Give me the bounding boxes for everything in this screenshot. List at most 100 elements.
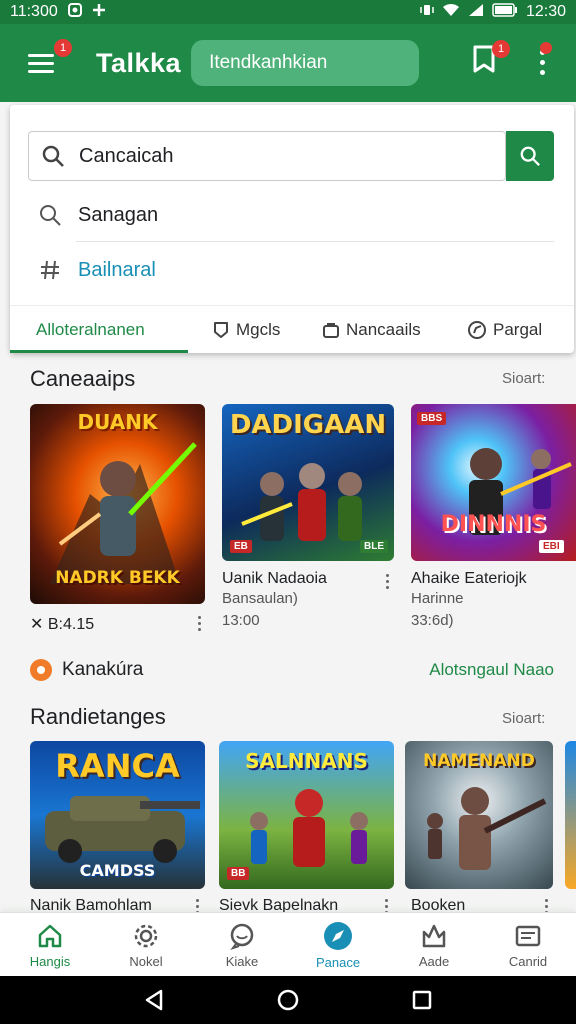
game-tag: EB — [230, 540, 252, 553]
card-menu-button[interactable] — [196, 616, 202, 631]
app-title: Talkka — [96, 47, 182, 78]
gear-icon — [134, 924, 158, 947]
game-card[interactable]: DADIGAAN EB BLE Uanik Nadaoia Bansaulan)… — [222, 404, 397, 634]
suggestion-label: Bailnaral — [78, 258, 156, 281]
game-subtitle: Harinne — [411, 590, 464, 607]
tab-pargal[interactable]: Pargal — [467, 306, 542, 354]
game-card[interactable]: DUANK NADRK BEKK ✕ B:4.15 — [30, 404, 205, 634]
search-input[interactable]: Cancaicah — [28, 131, 506, 181]
game-card[interactable]: SALNNANS BB Sievk Bapelnakn — [219, 741, 394, 914]
game-art-title: RANCA — [55, 747, 180, 785]
compass-icon — [468, 321, 486, 339]
circle-home-icon — [277, 989, 299, 1011]
game-card-peek[interactable] — [565, 741, 576, 889]
promo-link[interactable]: Alotsngaul Naao — [429, 660, 554, 680]
game-card[interactable]: NAMENAND Booken — [405, 741, 555, 914]
bookmark-button[interactable]: 1 — [470, 40, 510, 80]
suggestion-item[interactable]: Bailnaral — [38, 250, 156, 290]
game-tag: EBI — [539, 540, 564, 553]
battery-icon — [492, 2, 518, 22]
nav-kiake[interactable]: Kiake — [194, 913, 290, 977]
game-art — [469, 448, 572, 535]
home-button[interactable] — [274, 986, 302, 1014]
nav-label: Kiake — [225, 953, 259, 969]
game-card[interactable]: BBS DINNNIS EBI Ahaike Eateriojk Harinne… — [411, 404, 576, 634]
tab-label: Mgcls — [236, 320, 281, 339]
recents-icon — [412, 990, 432, 1010]
game-subtitle: Bansaulan) — [222, 590, 298, 607]
suggestion-label: Sanagan — [78, 203, 159, 226]
game-thumbnail: RANCA CAMDSS — [30, 741, 205, 889]
nav-home[interactable]: Hangis — [2, 913, 98, 977]
nav-label: Panace — [315, 954, 361, 970]
game-thumbnail: NAMENAND — [405, 741, 553, 889]
game-title: Uanik Nadaoia — [222, 570, 327, 587]
more-badge — [540, 42, 552, 54]
game-art-logo: DUANK — [77, 410, 158, 434]
search-submit-button[interactable] — [506, 131, 554, 181]
more-options-button[interactable] — [530, 42, 554, 80]
game-price: 33:6d) — [411, 612, 454, 629]
game-thumbnail: BBS DINNNIS EBI — [411, 404, 576, 561]
recents-button[interactable] — [408, 986, 436, 1014]
hashtag-icon — [41, 260, 59, 280]
bottom-navigation: Hangis Nokel Kiake Panace Aade Canrid — [0, 912, 576, 976]
game-thumbnail: SALNNANS BB — [219, 741, 394, 889]
vibrate-icon — [420, 3, 434, 22]
nav-nokel[interactable]: Nokel — [98, 913, 194, 977]
search-query: Cancaicah — [79, 144, 174, 167]
tab-all[interactable]: Alloteralnanen — [36, 306, 145, 354]
search-bar[interactable]: Itendkanhkian — [191, 40, 420, 86]
back-button[interactable] — [140, 986, 168, 1014]
tab-label: Pargal — [493, 320, 543, 339]
search-icon — [42, 145, 64, 167]
wifi-icon — [442, 3, 460, 22]
tab-mgcls[interactable]: Mgcls — [212, 306, 280, 354]
mail-icon — [515, 925, 541, 946]
game-tag: BB — [227, 867, 250, 880]
search-bar-text: Itendkanhkian — [209, 52, 328, 73]
promo-label: Kanakúra — [62, 659, 144, 680]
nav-label: Hangis — [29, 953, 71, 969]
chat-icon — [230, 923, 254, 950]
game-tag: BBS — [417, 412, 447, 425]
search-dropdown: Cancaicah Sanagan Bailnaral Alloteralnan… — [10, 105, 574, 353]
system-navigation-bar — [0, 976, 576, 1024]
nav-canrid[interactable]: Canrid — [480, 913, 576, 977]
game-thumbnail: DUANK NADRK BEKK — [30, 404, 205, 604]
menu-badge: 1 — [54, 39, 72, 57]
card-menu-button[interactable] — [384, 574, 390, 589]
nav-label: Canrid — [508, 953, 548, 969]
divider — [76, 241, 554, 242]
game-art-title: NADRK BEKK — [55, 568, 180, 588]
section-title: Caneaaips — [30, 366, 136, 391]
game-art-subtitle: CAMDSS — [79, 861, 156, 880]
suggestion-item[interactable]: Sanagan — [38, 195, 158, 235]
signal-icon — [468, 3, 484, 22]
game-art-title: DINNNIS — [440, 512, 547, 537]
tab-nancaails[interactable]: Nancaails — [322, 306, 421, 354]
game-card[interactable]: RANCA CAMDSS Nanik Bamohlam — [30, 741, 205, 914]
tab-active-indicator — [10, 350, 188, 353]
promo-row: Kanakúra Alotsngaul Naao — [30, 656, 554, 684]
nav-aade[interactable]: Aade — [386, 913, 482, 977]
see-all-link[interactable]: Sioart: — [502, 710, 545, 727]
nav-label: Nokel — [129, 953, 163, 969]
status-time-left: 11:300 — [10, 3, 58, 20]
menu-button[interactable]: 1 — [28, 39, 72, 81]
promo-icon — [30, 659, 52, 681]
bag-icon — [323, 323, 339, 338]
bookmark-badge: 1 — [492, 40, 510, 58]
menu-icon — [28, 53, 54, 57]
app-bar: 1 Talkka Itendkanhkian 1 — [0, 24, 576, 102]
game-art-title: NAMENAND — [423, 751, 535, 771]
tab-label: Nancaails — [346, 320, 421, 339]
nav-label: Aade — [418, 953, 450, 969]
notification-icon — [67, 2, 82, 22]
status-bar: 11:300 12:30 — [0, 0, 576, 24]
nav-panace[interactable]: Panace — [290, 913, 386, 977]
back-icon — [145, 989, 163, 1011]
see-all-link[interactable]: Sioart: — [502, 370, 545, 387]
tab-label: Alloteralnanen — [36, 320, 145, 339]
game-tag: BLE — [360, 540, 388, 553]
